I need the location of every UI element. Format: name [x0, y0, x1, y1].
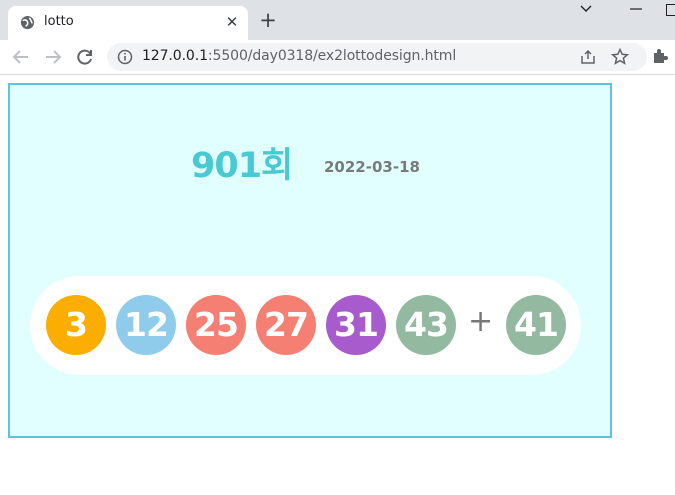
lotto-ball: 31 — [326, 295, 386, 355]
lotto-ball: 12 — [116, 295, 176, 355]
url-text[interactable]: 127.0.0.1:5500/day0318/ex2lottodesign.ht… — [142, 48, 456, 64]
round-title: 901회 — [191, 146, 293, 186]
url-path: :5500/day0318/ex2lottodesign.html — [207, 48, 457, 64]
ball-tray: 3 12 25 27 31 43 + 41 — [30, 276, 581, 375]
browser-tab[interactable]: lotto ✕ — [8, 6, 248, 40]
forward-arrow-icon[interactable] — [43, 47, 63, 67]
info-icon[interactable] — [117, 49, 133, 65]
draw-date: 2022-03-18 — [324, 158, 420, 176]
lotto-ball: 43 — [396, 295, 456, 355]
tab-title: lotto — [44, 14, 74, 29]
browser-toolbar: 127.0.0.1:5500/day0318/ex2lottodesign.ht… — [0, 40, 675, 75]
maximize-icon[interactable] — [666, 4, 675, 16]
share-icon[interactable] — [579, 48, 597, 66]
url-host: 127.0.0.1 — [142, 48, 208, 64]
chevron-down-icon[interactable] — [576, 0, 596, 20]
close-tab-icon[interactable]: ✕ — [222, 12, 242, 32]
lotto-card: 901회 2022-03-18 3 12 25 27 31 43 + 41 — [8, 83, 612, 438]
reload-icon[interactable] — [75, 47, 95, 67]
extensions-puzzle-icon[interactable] — [651, 47, 669, 65]
minimize-icon[interactable] — [626, 0, 646, 20]
bonus-ball: 41 — [506, 295, 566, 355]
address-bar[interactable]: 127.0.0.1:5500/day0318/ex2lottodesign.ht… — [107, 43, 647, 71]
tab-strip: lotto ✕ + — [0, 0, 675, 40]
globe-icon — [20, 15, 35, 30]
back-arrow-icon[interactable] — [11, 47, 31, 67]
lotto-ball: 27 — [256, 295, 316, 355]
plus-sign: + — [468, 304, 494, 339]
lotto-ball: 25 — [186, 295, 246, 355]
star-icon[interactable] — [610, 47, 630, 67]
new-tab-button[interactable]: + — [256, 8, 280, 32]
lotto-ball: 3 — [46, 295, 106, 355]
